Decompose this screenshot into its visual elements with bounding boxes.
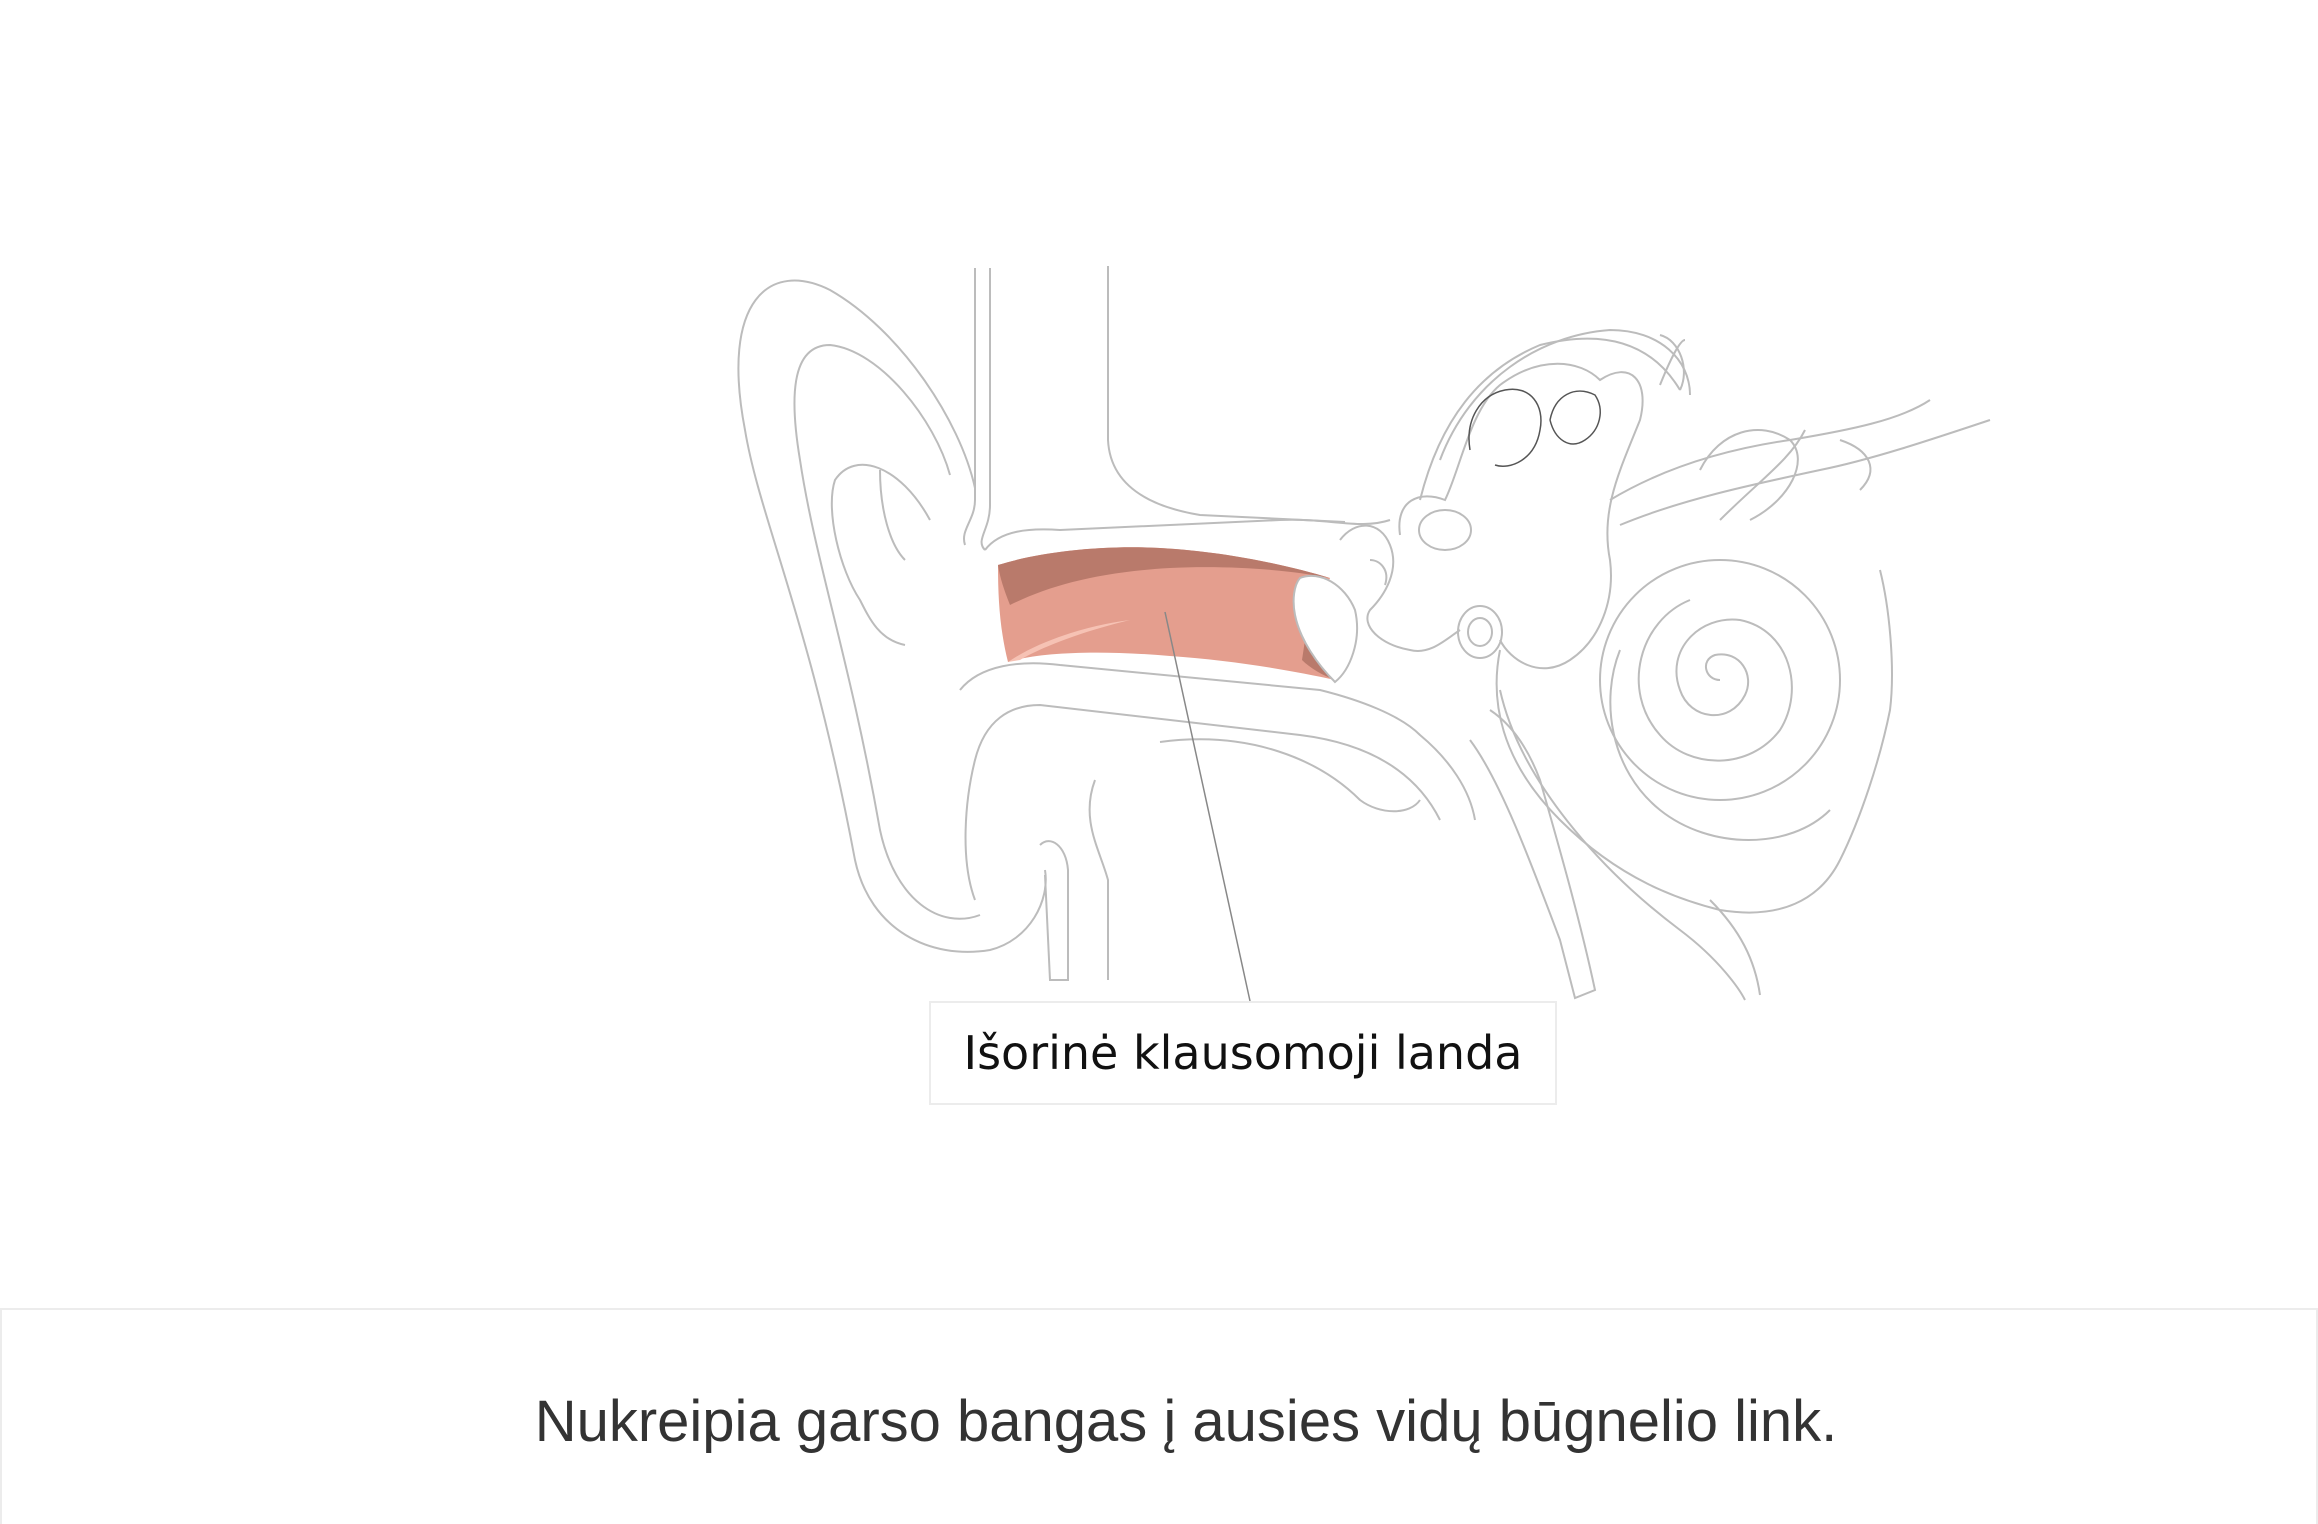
ear-canal-highlight	[998, 547, 1359, 684]
temporal-bone-outline	[1495, 569, 1893, 914]
cochlea-spiral	[1637, 599, 1793, 762]
canal-upper-wall	[984, 518, 1391, 551]
vestibule-outline	[1398, 362, 1644, 670]
caption-panel: Nukreipia garso bangas į ausies vidų būg…	[0, 1308, 2318, 1524]
auditory-nerve-outline	[1609, 399, 1931, 501]
skull-line-right	[1107, 266, 1346, 523]
label-leader-line	[1164, 611, 1251, 1002]
ear-outline	[737, 266, 1991, 1001]
eustachian-tube-outline	[1469, 709, 1597, 1000]
jaw-outline	[1088, 779, 1109, 980]
ear-anatomy-diagram	[737, 266, 1991, 1002]
auricle-inner-fold	[793, 343, 981, 920]
semicircular-canal-outline	[1468, 388, 1542, 467]
structure-label: Išorinė klausomoji landa	[929, 1001, 1557, 1105]
stapes-outline	[1457, 605, 1503, 659]
auricle-outline	[737, 279, 1047, 953]
structure-label-text: Išorinė klausomoji landa	[963, 1026, 1523, 1080]
skull-line-left	[962, 268, 976, 546]
canal-lower-wall	[959, 662, 1476, 821]
caption-text: Nukreipia garso bangas į ausies vidų būg…	[534, 1389, 1838, 1454]
